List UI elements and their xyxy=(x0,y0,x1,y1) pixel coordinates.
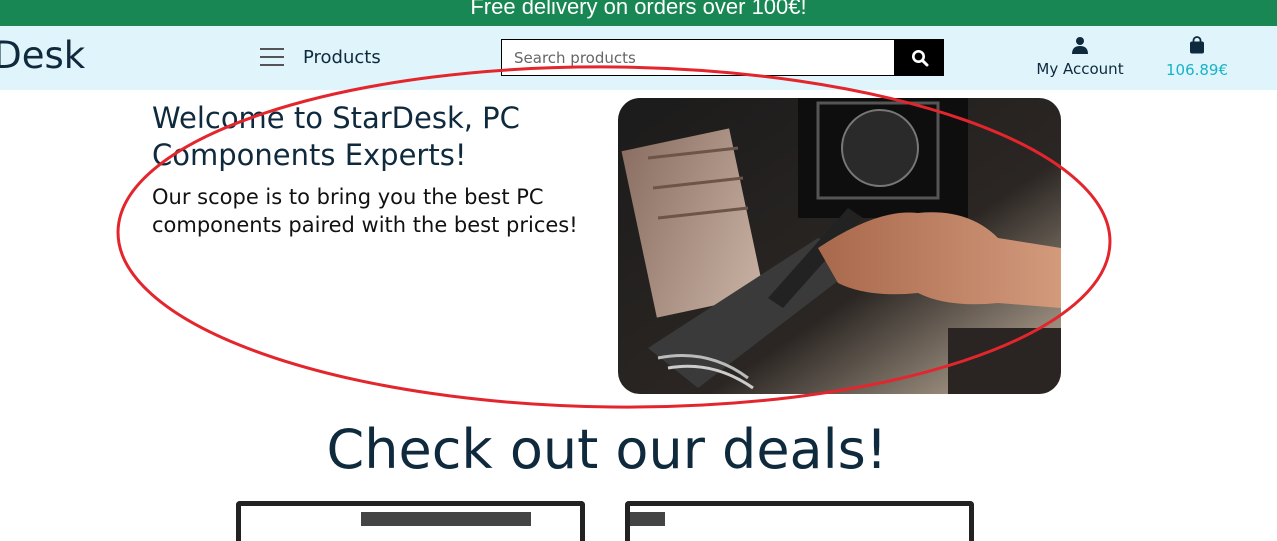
search-form xyxy=(501,39,944,76)
account-link[interactable]: My Account xyxy=(1035,36,1125,78)
menu-icon[interactable] xyxy=(260,48,284,66)
search-input[interactable] xyxy=(501,39,895,76)
site-header: rDesk Products My Account 106.89€ xyxy=(0,26,1277,90)
search-icon xyxy=(911,49,928,66)
hero-image xyxy=(618,98,1061,394)
search-button[interactable] xyxy=(895,39,944,76)
cart-total: 106.89€ xyxy=(1165,61,1229,79)
welcome-heading: Welcome to StarDesk, PC Components Exper… xyxy=(152,101,520,172)
account-label: My Account xyxy=(1036,60,1124,78)
shopping-bag-icon xyxy=(1190,36,1204,54)
promo-banner: Free delivery on orders over 100€! xyxy=(0,0,1277,26)
deals-heading: Check out our deals! xyxy=(326,418,888,481)
products-menu-link[interactable]: Products xyxy=(303,47,381,68)
promo-banner-text: Free delivery on orders over 100€! xyxy=(470,0,807,19)
user-icon xyxy=(1072,37,1088,54)
deal-card[interactable] xyxy=(236,501,585,541)
site-logo[interactable]: rDesk xyxy=(0,34,85,77)
deal-card[interactable] xyxy=(625,501,974,541)
welcome-subtitle: Our scope is to bring you the best PC co… xyxy=(152,185,578,237)
cart-link[interactable]: 106.89€ xyxy=(1162,36,1232,79)
